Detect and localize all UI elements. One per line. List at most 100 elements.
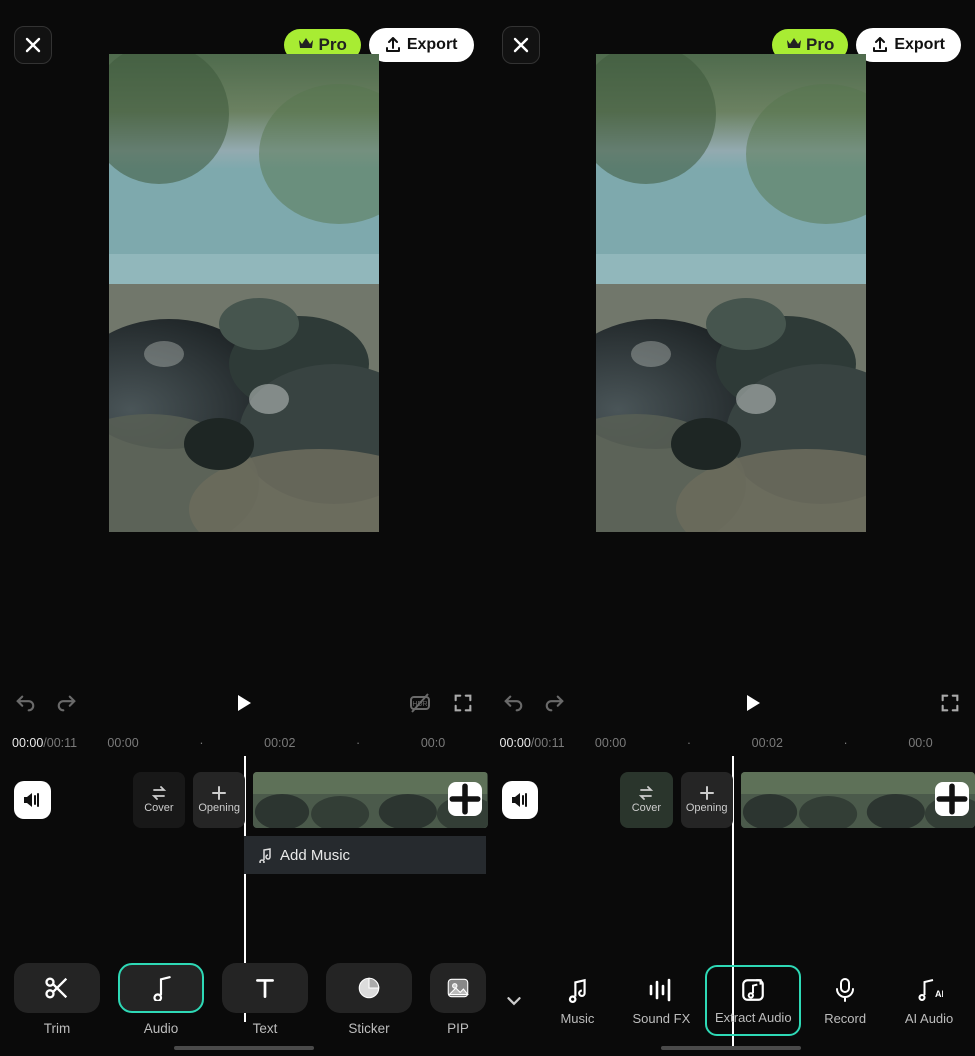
clip-strip[interactable] — [741, 772, 975, 828]
add-music-label: Add Music — [280, 847, 350, 864]
add-clip-button[interactable] — [935, 782, 969, 816]
plus-icon — [935, 782, 969, 816]
tool-label: Text — [253, 1021, 278, 1036]
clip-strip[interactable] — [253, 772, 487, 828]
undo-button[interactable] — [502, 692, 524, 719]
tool-text[interactable]: Text — [222, 963, 308, 1036]
volume-icon — [510, 791, 530, 809]
time-total: /00:11 — [43, 736, 77, 750]
fullscreen-button[interactable] — [452, 692, 474, 719]
hdr-toggle-button[interactable]: HDR — [408, 692, 432, 719]
tool-record[interactable]: Record — [805, 975, 885, 1026]
collapse-button[interactable] — [494, 981, 534, 1021]
tool-trim[interactable]: Trim — [14, 963, 100, 1036]
ai-audio-icon: AI — [915, 977, 943, 1003]
tool-pip[interactable]: PIP — [430, 963, 486, 1036]
tool-audio[interactable]: Audio — [118, 963, 204, 1036]
timebar: 00:00 /00:11 00:00 · 00:02 · 00:0 — [488, 730, 975, 756]
pro-label: Pro — [806, 35, 834, 55]
undo-button[interactable] — [14, 692, 36, 719]
sticker-icon — [356, 975, 382, 1001]
volume-icon — [22, 791, 42, 809]
scissors-icon — [43, 974, 71, 1002]
tool-label: Extract Audio — [715, 1011, 792, 1026]
music-icon — [564, 977, 590, 1003]
play-button[interactable] — [740, 691, 764, 720]
swap-icon — [638, 786, 654, 800]
image-icon — [445, 975, 471, 1001]
music-icon — [148, 975, 174, 1001]
toolbar-audio: Music Sound FX Extract Audio Record AI A… — [488, 965, 975, 1036]
editor-pane-left: Pro Export — [0, 0, 488, 1056]
tool-label: Trim — [44, 1021, 71, 1036]
close-button[interactable] — [502, 26, 540, 64]
tool-label: PIP — [447, 1021, 469, 1036]
pro-label: Pro — [318, 35, 346, 55]
tool-label: Record — [824, 1011, 866, 1026]
plus-icon — [700, 786, 714, 800]
tool-label: Music — [560, 1011, 594, 1026]
export-label: Export — [894, 36, 945, 54]
volume-button[interactable] — [502, 781, 539, 819]
tool-extract-audio[interactable]: Extract Audio — [705, 965, 801, 1036]
time-ruler[interactable]: 00:00 · 00:02 · 00:0 — [77, 736, 475, 750]
tool-soundfx[interactable]: Sound FX — [621, 975, 701, 1026]
opening-label: Opening — [686, 802, 728, 814]
add-clip-button[interactable] — [448, 782, 482, 816]
tool-label: Sound FX — [632, 1011, 690, 1026]
text-icon — [252, 975, 278, 1001]
video-preview[interactable] — [596, 54, 866, 532]
upload-icon — [385, 37, 401, 53]
plus-icon — [212, 786, 226, 800]
time-current: 00:00 — [500, 736, 531, 750]
close-button[interactable] — [14, 26, 52, 64]
export-button[interactable]: Export — [856, 28, 961, 62]
opening-button[interactable]: Opening — [193, 772, 245, 828]
extract-icon — [740, 977, 766, 1003]
export-button[interactable]: Export — [369, 28, 474, 62]
tool-label: AI Audio — [905, 1011, 953, 1026]
time-current: 00:00 — [12, 736, 43, 750]
video-preview[interactable] — [109, 54, 379, 532]
cover-label: Cover — [144, 802, 173, 814]
timebar: 00:00 /00:11 00:00 · 00:02 · 00:0 — [0, 730, 488, 756]
tool-sticker[interactable]: Sticker — [326, 963, 412, 1036]
music-note-icon — [256, 847, 272, 863]
opening-label: Opening — [198, 802, 240, 814]
editor-pane-right: Pro Export — [488, 0, 975, 1056]
timeline[interactable]: Cover Opening — [488, 756, 975, 1056]
fullscreen-button[interactable] — [939, 692, 961, 719]
preview-area — [0, 90, 488, 680]
toolbar-main: Trim Audio Text Sticker — [0, 963, 488, 1036]
time-ruler[interactable]: 00:00 · 00:02 · 00:0 — [565, 736, 963, 750]
playbar: HDR — [0, 680, 488, 730]
redo-button[interactable] — [544, 692, 566, 719]
time-total: /00:11 — [531, 736, 565, 750]
upload-icon — [872, 37, 888, 53]
home-indicator — [174, 1046, 314, 1050]
tool-ai-audio[interactable]: AI AI Audio — [889, 975, 969, 1026]
add-music-button[interactable]: Add Music — [244, 836, 486, 874]
chevron-down-icon — [503, 990, 525, 1012]
cover-button[interactable]: Cover — [620, 772, 672, 828]
plus-icon — [448, 782, 482, 816]
home-indicator — [661, 1046, 801, 1050]
tool-music[interactable]: Music — [538, 975, 618, 1026]
cover-button[interactable]: Cover — [133, 772, 185, 828]
export-label: Export — [407, 36, 458, 54]
tool-label: Sticker — [348, 1021, 389, 1036]
cover-label: Cover — [632, 802, 661, 814]
preview-area — [488, 90, 975, 680]
timeline[interactable]: Cover Opening — [0, 756, 488, 1056]
crown-icon — [298, 36, 314, 55]
redo-button[interactable] — [56, 692, 78, 719]
equalizer-icon — [647, 978, 675, 1002]
swap-icon — [151, 786, 167, 800]
mic-icon — [834, 977, 856, 1003]
svg-text:AI: AI — [935, 989, 943, 999]
opening-button[interactable]: Opening — [681, 772, 733, 828]
close-icon — [25, 37, 41, 53]
volume-button[interactable] — [14, 781, 51, 819]
play-button[interactable] — [231, 691, 255, 720]
close-icon — [513, 37, 529, 53]
